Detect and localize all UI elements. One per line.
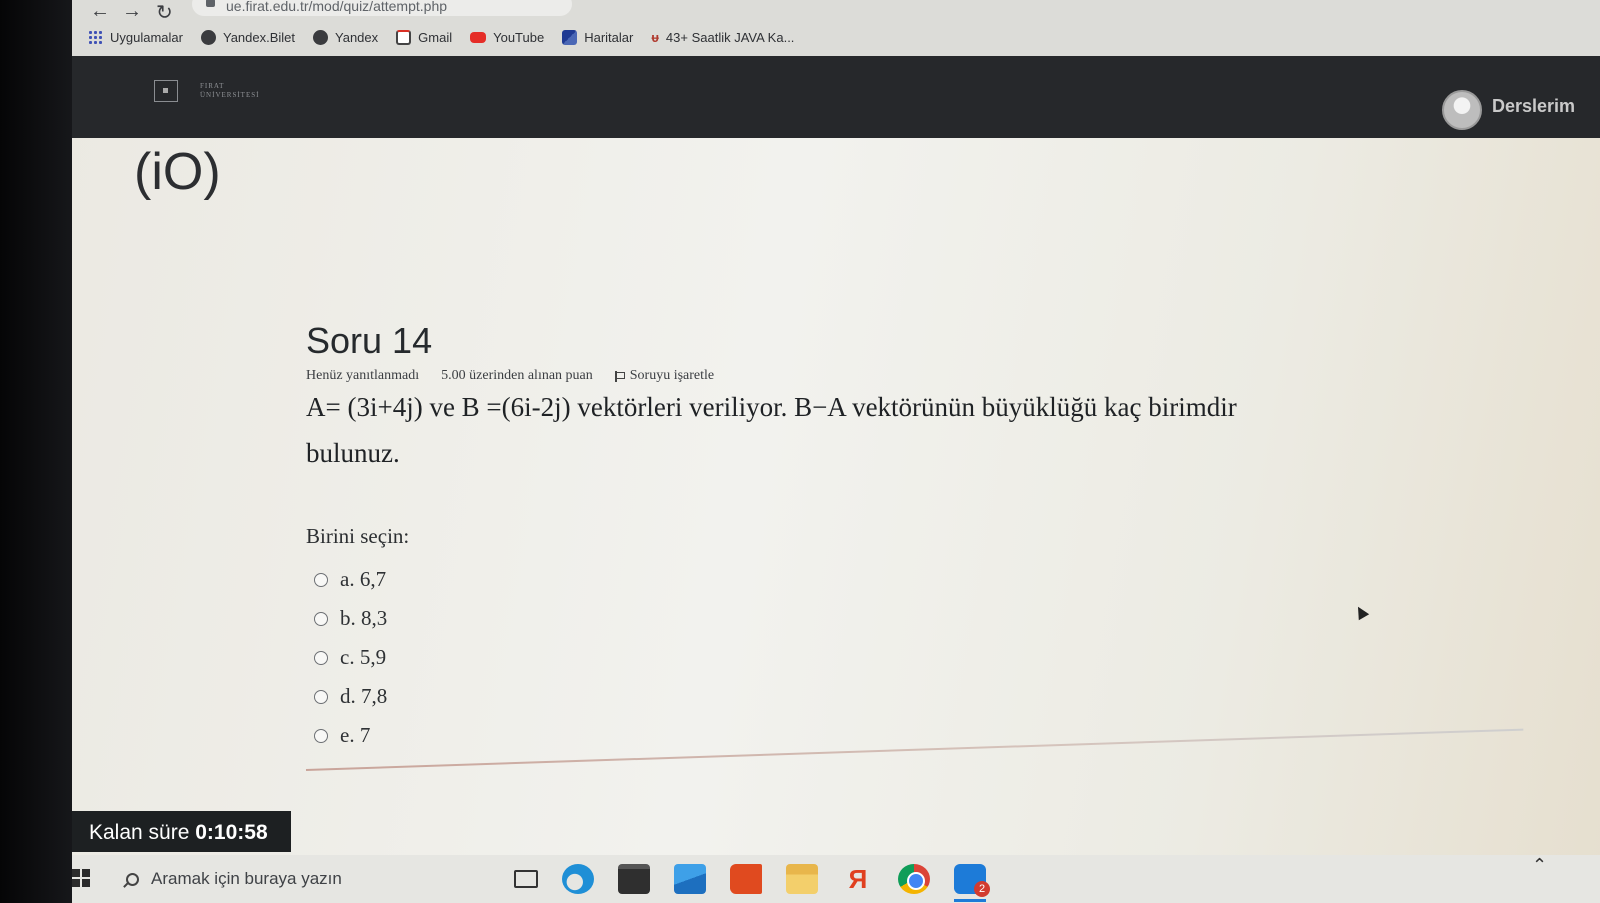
lock-icon — [206, 0, 215, 7]
file-explorer-icon[interactable] — [786, 864, 818, 894]
site-header: FIRAT ÜNİVERSİTESİ Derslerim — [72, 56, 1600, 138]
option-label: b. 8,3 — [340, 606, 388, 630]
bookmark-label: 43+ Saatlik JAVA Ka... — [665, 29, 795, 45]
bookmark-label: Uygulamalar — [110, 29, 183, 45]
monitor-bezel — [0, 0, 72, 903]
question-divider — [305, 728, 1524, 771]
yandex-icon — [200, 29, 216, 45]
tray-chevron-up-icon[interactable]: ⌃ — [1532, 855, 1547, 876]
flag-question-link[interactable]: Soruyu işaretle — [614, 368, 715, 384]
timer-label: Kalan süre — [89, 821, 190, 844]
answer-options: a. 6,7 b. 8,3 c. 5,9 d. 7,8 e. 7 — [314, 560, 387, 755]
bookmarks-bar: Uygulamalar Yandex.Bilet Yandex Gmail Yo… — [88, 24, 794, 50]
bookmark-label: Haritalar — [584, 29, 634, 45]
browser-chrome: ← → ↻ ue.firat.edu.tr/mod/quiz/attempt.p… — [72, 0, 1600, 56]
active-indicator — [954, 899, 986, 902]
chrome-icon[interactable] — [898, 864, 930, 894]
mouse-cursor-icon — [1352, 603, 1370, 621]
logo-line-1: FIRAT — [200, 82, 225, 90]
option-label: a. 6,7 — [340, 567, 387, 591]
youtube-icon — [470, 31, 487, 43]
question-points: 5.00 üzerinden alınan puan — [441, 368, 593, 383]
university-logo-icon[interactable] — [154, 80, 178, 102]
bookmark-haritalar[interactable]: Haritalar — [562, 29, 634, 45]
nav-derslerim[interactable]: Derslerim — [1492, 96, 1575, 117]
question-text: A= (3i+4j) ve B =(6i-2j) vektörleri veri… — [306, 384, 1406, 476]
edge-icon[interactable] — [562, 864, 594, 894]
radio-button[interactable] — [314, 728, 328, 743]
notification-badge: 2 — [974, 881, 990, 897]
search-icon — [126, 872, 139, 886]
screen: ← → ↻ ue.firat.edu.tr/mod/quiz/attempt.p… — [72, 0, 1600, 903]
apps-grid-icon — [88, 29, 103, 45]
user-avatar[interactable] — [1442, 90, 1482, 130]
task-view-icon[interactable] — [514, 870, 538, 888]
bookmark-label: YouTube — [493, 29, 545, 45]
taskbar-search[interactable]: Aramak için buraya yazın — [118, 861, 488, 897]
windows-start-icon[interactable] — [72, 869, 90, 887]
bookmark-yandex[interactable]: Yandex — [313, 29, 379, 45]
back-icon[interactable]: ← — [90, 0, 110, 23]
radio-button[interactable] — [314, 572, 328, 587]
flag-icon — [614, 370, 625, 382]
answer-option-e[interactable]: e. 7 — [314, 716, 387, 755]
maps-icon — [562, 29, 578, 45]
reload-icon[interactable]: ↻ — [156, 0, 173, 25]
question-text-line-2: bulunuz. — [306, 438, 400, 468]
udemy-icon: ᵾ — [651, 29, 659, 45]
yandex-browser-icon[interactable]: Я — [842, 864, 874, 894]
url-text: ue.firat.edu.tr/mod/quiz/attempt.php — [226, 0, 448, 14]
logo-line-2: ÜNİVERSİTESİ — [200, 91, 260, 99]
yandex-icon — [313, 29, 329, 45]
gmail-icon — [396, 29, 412, 45]
option-label: d. 7,8 — [340, 684, 388, 708]
page-mark: (iO) — [134, 143, 221, 201]
bookmark-java-course[interactable]: ᵾ 43+ Saatlik JAVA Ka... — [651, 30, 794, 45]
option-label: e. 7 — [340, 723, 371, 747]
question-status: Henüz yanıtlanmadı — [306, 368, 420, 383]
timer-value: 0:10:58 — [195, 821, 268, 844]
answer-option-b[interactable]: b. 8,3 — [314, 599, 387, 638]
mail-icon[interactable] — [674, 864, 706, 894]
bookmark-label: Gmail — [418, 29, 453, 45]
bookmark-uygulamalar[interactable]: Uygulamalar — [88, 29, 183, 45]
radio-button[interactable] — [314, 689, 328, 704]
answer-option-a[interactable]: a. 6,7 — [314, 560, 387, 599]
question-title: Soru 14 — [306, 320, 433, 361]
flag-label: Soruyu işaretle — [629, 368, 715, 383]
answer-option-c[interactable]: c. 5,9 — [314, 638, 387, 677]
bookmark-youtube[interactable]: YouTube — [470, 30, 544, 45]
taskbar: Aramak için buraya yazın Я 2 ⌃ — [72, 855, 1600, 903]
option-label: c. 5,9 — [340, 645, 387, 669]
university-logo-text[interactable]: FIRAT ÜNİVERSİTESİ — [200, 82, 259, 100]
bookmark-yandex-bilet[interactable]: Yandex.Bilet — [200, 29, 296, 45]
bookmark-label: Yandex — [335, 29, 379, 45]
answer-option-d[interactable]: d. 7,8 — [314, 677, 387, 716]
search-placeholder: Aramak için buraya yazın — [151, 869, 342, 888]
skype-icon[interactable]: 2 — [954, 864, 990, 902]
bookmark-gmail[interactable]: Gmail — [396, 29, 453, 45]
question-text-line-1: A= (3i+4j) ve B =(6i-2j) vektörleri veri… — [306, 392, 1237, 422]
quiz-timer: Kalan süre 0:10:58 — [72, 811, 291, 852]
forward-icon[interactable]: → — [122, 0, 142, 23]
taskbar-apps: Я 2 — [514, 855, 990, 903]
office-icon[interactable] — [730, 864, 762, 894]
choose-one-label: Birini seçin: — [306, 524, 410, 548]
question-info: Henüz yanıtlanmadı 5.00 üzerinden alınan… — [306, 368, 714, 384]
radio-button[interactable] — [314, 650, 328, 665]
store-icon[interactable] — [618, 864, 650, 894]
radio-button[interactable] — [314, 611, 328, 626]
bookmark-label: Yandex.Bilet — [222, 29, 296, 45]
address-bar[interactable]: ue.firat.edu.tr/mod/quiz/attempt.php — [192, 0, 572, 16]
